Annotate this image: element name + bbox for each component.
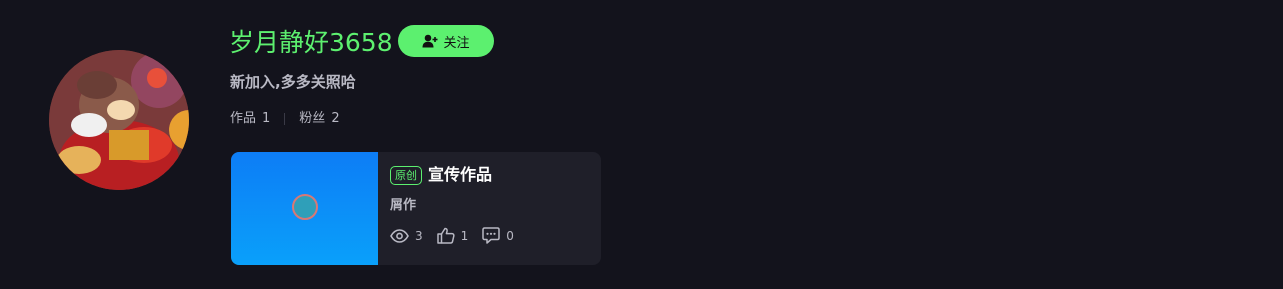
comments-count: 0 <box>506 228 514 243</box>
views-metric: 3 <box>390 229 423 243</box>
cover-thumbnail-dot <box>292 194 318 220</box>
stat-works-value: 1 <box>262 111 271 126</box>
follow-button[interactable]: 关注 <box>398 25 494 57</box>
work-category: 屑作 <box>390 198 417 213</box>
avatar-illustration <box>49 50 189 190</box>
work-card[interactable]: 原创 宣传作品 屑作 3 1 0 <box>231 152 601 265</box>
stat-works[interactable]: 作品 1 <box>230 110 270 128</box>
user-bio: 新加入,多多关照哈 <box>230 73 356 91</box>
work-card-body: 原创 宣传作品 屑作 3 1 0 <box>390 164 528 244</box>
work-title-row: 原创 宣传作品 <box>390 164 528 186</box>
stat-works-label: 作品 <box>230 111 257 126</box>
work-metrics: 3 1 0 <box>390 227 528 244</box>
stat-fans[interactable]: 粉丝 2 <box>299 110 339 128</box>
stat-divider <box>284 113 286 125</box>
work-title[interactable]: 宣传作品 <box>428 164 492 186</box>
user-stats: 作品 1 粉丝 2 <box>230 110 340 128</box>
user-profile-page: 岁月静好3658 关注 新加入,多多关照哈 作品 1 粉丝 2 原创 宣传作品 屑作 <box>0 0 1283 289</box>
avatar[interactable] <box>49 50 189 190</box>
stat-fans-label: 粉丝 <box>299 111 326 126</box>
add-user-icon <box>422 34 438 48</box>
likes-count: 1 <box>460 228 469 243</box>
original-badge: 原创 <box>390 165 422 185</box>
stat-fans-value: 2 <box>331 111 340 126</box>
likes-metric[interactable]: 1 <box>436 227 469 244</box>
views-count: 3 <box>415 228 423 243</box>
work-cover[interactable] <box>231 152 378 265</box>
thumbs-up-icon <box>436 227 455 244</box>
follow-button-label: 关注 <box>443 35 470 51</box>
username: 岁月静好3658 <box>229 28 393 57</box>
comment-icon <box>482 227 501 244</box>
eye-icon <box>390 228 409 243</box>
comments-metric[interactable]: 0 <box>482 227 514 244</box>
